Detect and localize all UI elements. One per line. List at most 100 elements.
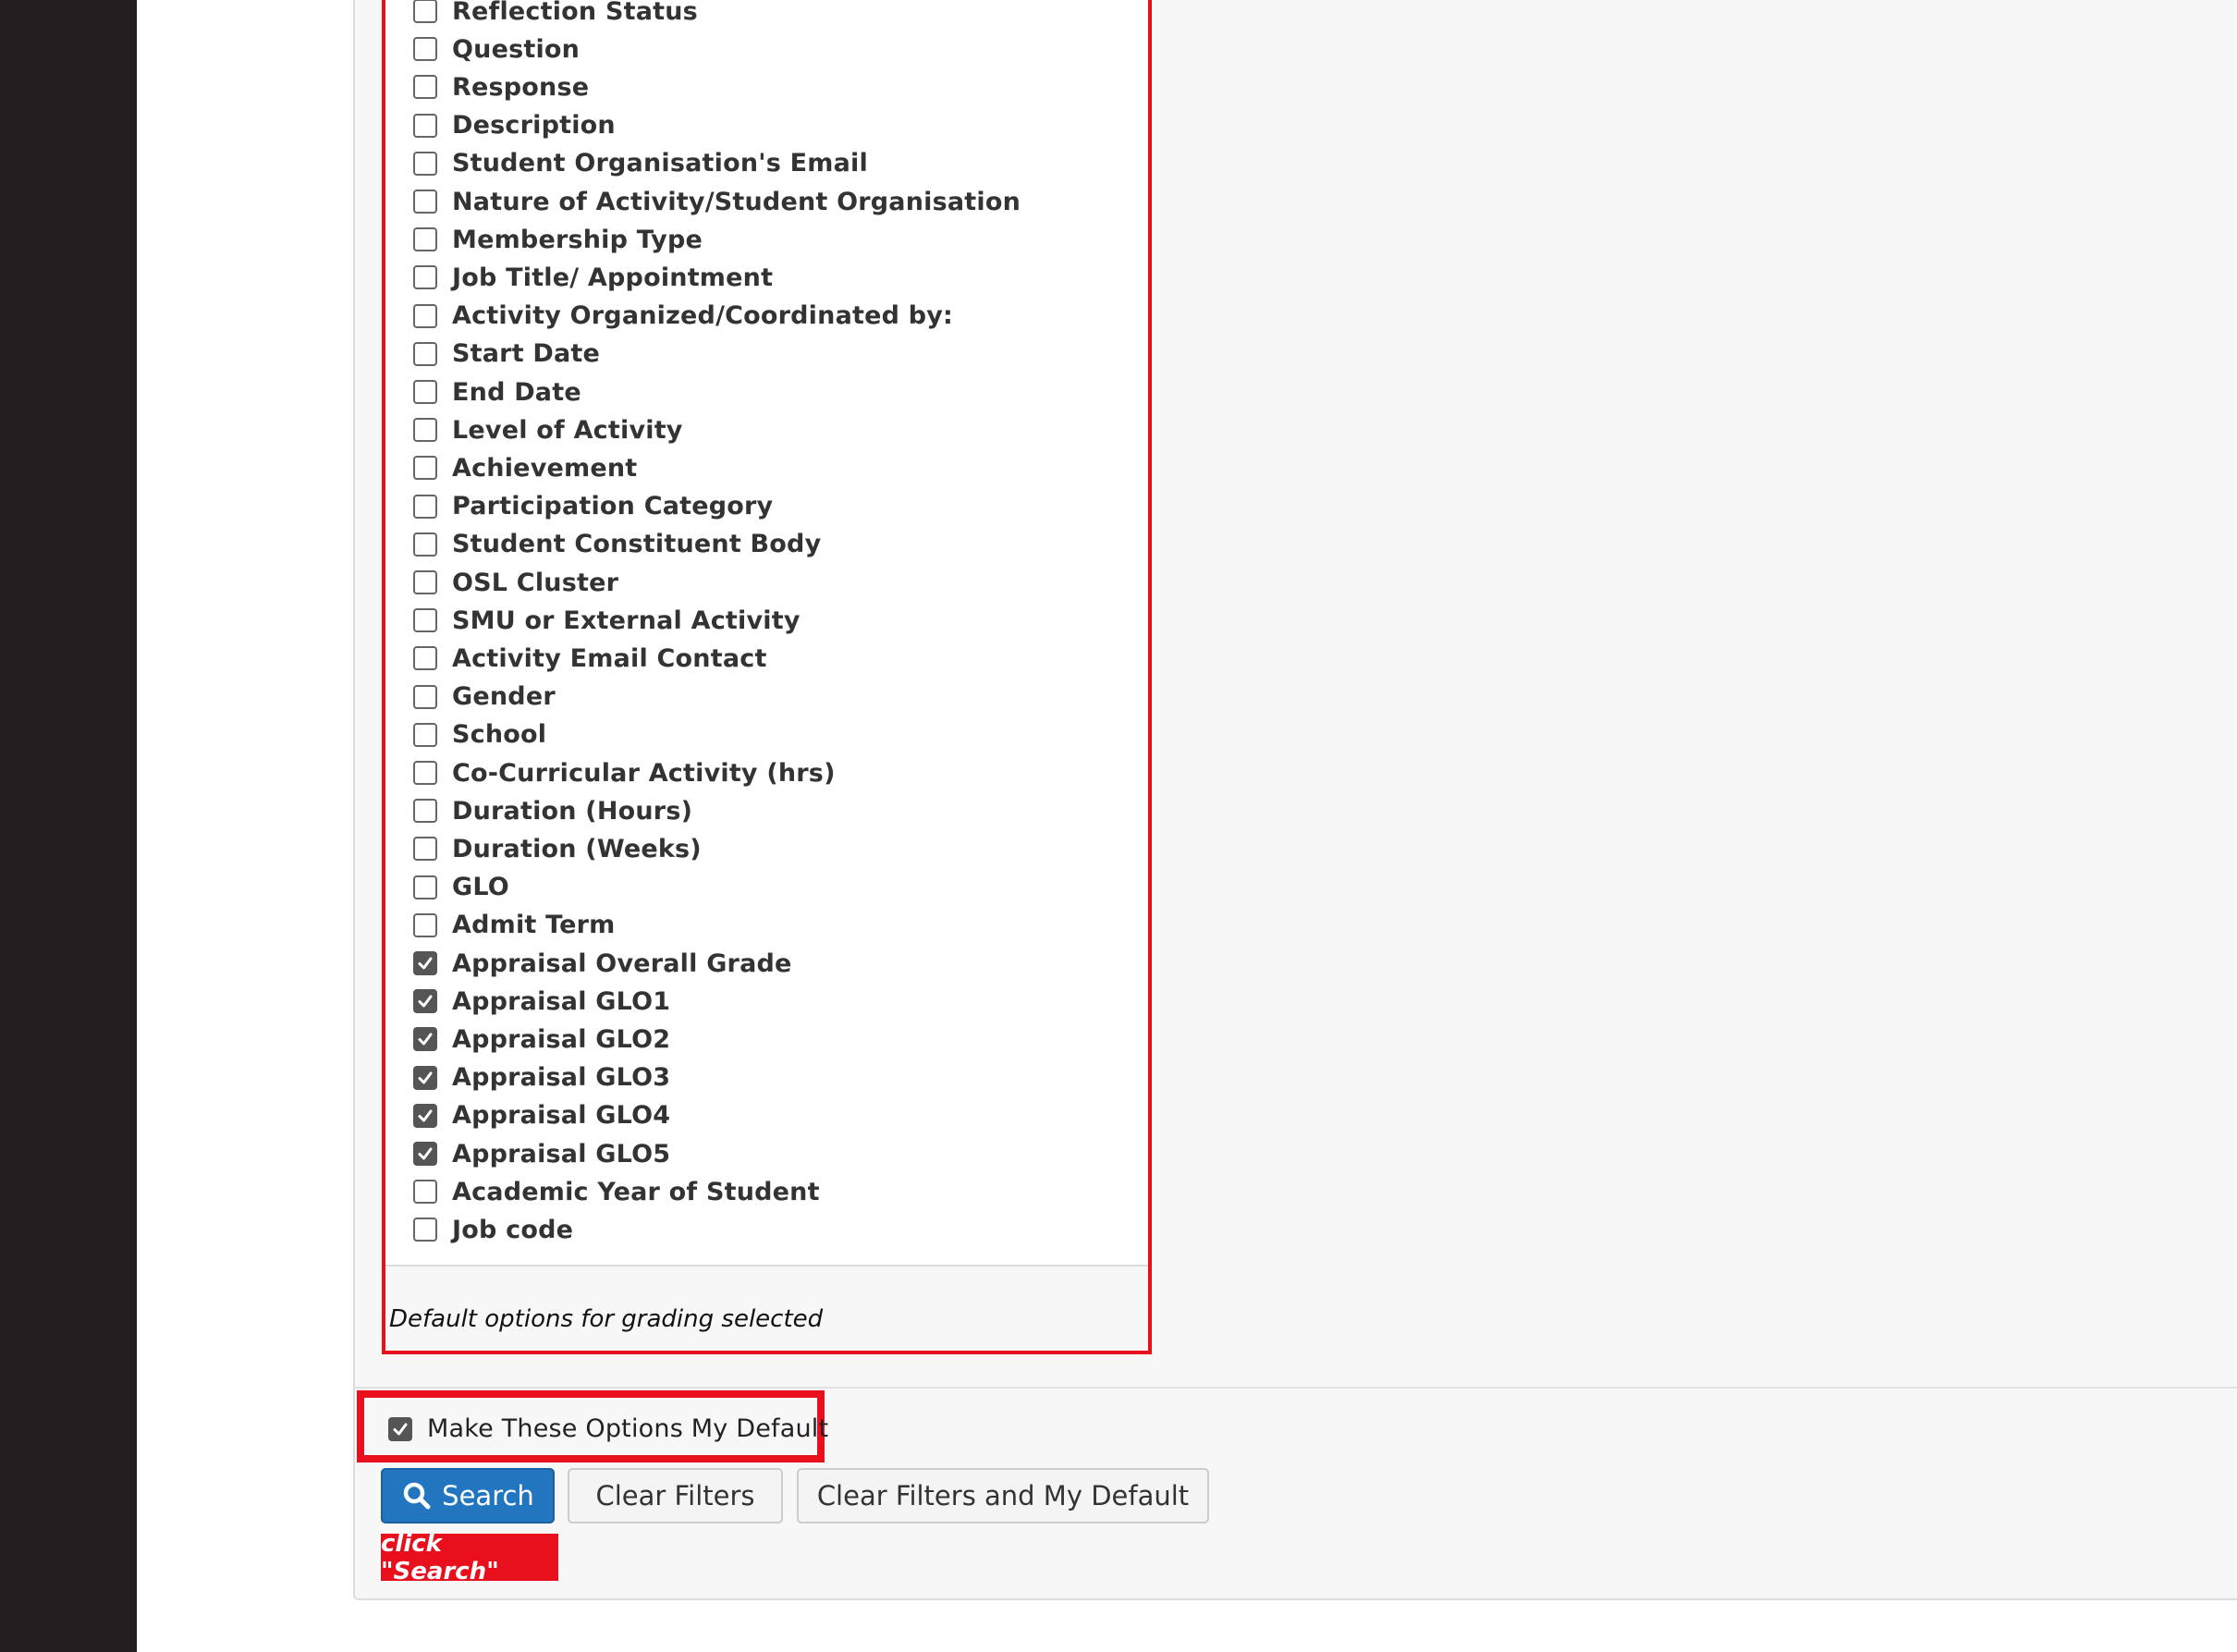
field-option[interactable]: Membership Type bbox=[413, 223, 703, 256]
search-button[interactable]: Search bbox=[381, 1468, 555, 1524]
default-options-note: Default options for grading selected bbox=[389, 1305, 824, 1333]
field-option[interactable]: SMU or External Activity bbox=[413, 604, 801, 637]
checkmark-icon bbox=[393, 1423, 408, 1435]
field-option-checkbox[interactable] bbox=[413, 303, 437, 328]
make-default-checkbox[interactable] bbox=[388, 1416, 412, 1441]
field-option[interactable]: Duration (Hours) bbox=[413, 794, 692, 827]
field-option-checkbox[interactable] bbox=[413, 989, 437, 1014]
field-option-checkbox[interactable] bbox=[413, 75, 437, 100]
field-option[interactable]: Participation Category bbox=[413, 490, 773, 523]
field-option-label: Achievement bbox=[452, 453, 638, 483]
field-option[interactable]: OSL Cluster bbox=[413, 566, 618, 599]
field-option-label: Membership Type bbox=[452, 225, 703, 254]
field-option-checkbox[interactable] bbox=[413, 113, 437, 138]
field-option-checkbox[interactable] bbox=[413, 494, 437, 519]
field-option-checkbox[interactable] bbox=[413, 532, 437, 557]
field-option-checkbox[interactable] bbox=[413, 37, 437, 62]
field-option-checkbox[interactable] bbox=[413, 646, 437, 671]
field-option[interactable]: Gender bbox=[413, 680, 556, 714]
field-option-label: Admit Term bbox=[452, 911, 616, 940]
field-option[interactable]: Start Date bbox=[413, 337, 600, 371]
field-option-checkbox[interactable] bbox=[413, 1218, 437, 1242]
checkmark-icon bbox=[418, 957, 433, 970]
field-option[interactable]: Co-Curricular Activity (hrs) bbox=[413, 756, 836, 789]
field-option-label: Job Title/ Appointment bbox=[452, 263, 774, 292]
field-option-checkbox[interactable] bbox=[413, 570, 437, 594]
field-option[interactable]: Appraisal Overall Grade bbox=[413, 947, 792, 980]
field-option-label: Description bbox=[452, 111, 616, 141]
field-option[interactable]: Academic Year of Student bbox=[413, 1175, 820, 1208]
field-option[interactable]: Question bbox=[413, 32, 580, 66]
field-option[interactable]: Admit Term bbox=[413, 909, 616, 942]
field-option-checkbox[interactable] bbox=[413, 875, 437, 899]
field-option-checkbox[interactable] bbox=[413, 1180, 437, 1205]
field-option-checkbox[interactable] bbox=[413, 418, 437, 443]
field-option-label: Start Date bbox=[452, 339, 601, 369]
field-option-checkbox[interactable] bbox=[413, 380, 437, 404]
field-option-checkbox[interactable] bbox=[413, 1065, 437, 1090]
checkmark-icon bbox=[418, 1109, 433, 1122]
field-option-label: End Date bbox=[452, 377, 581, 407]
field-option[interactable]: Nature of Activity/Student Organisation bbox=[413, 185, 1021, 218]
field-option-label: Participation Category bbox=[452, 492, 774, 521]
field-option-label: Appraisal GLO5 bbox=[452, 1139, 671, 1169]
field-option-checkbox[interactable] bbox=[413, 1142, 437, 1166]
field-option[interactable]: Student Constituent Body bbox=[413, 528, 821, 561]
field-option[interactable]: Appraisal GLO5 bbox=[413, 1137, 670, 1170]
search-button-label: Search bbox=[442, 1480, 534, 1511]
field-option-checkbox[interactable] bbox=[413, 722, 437, 747]
field-option[interactable]: Appraisal GLO2 bbox=[413, 1022, 670, 1056]
field-option[interactable]: Response bbox=[413, 70, 589, 104]
field-option-label: GLO bbox=[452, 873, 509, 902]
field-option[interactable]: Job Title/ Appointment bbox=[413, 261, 773, 294]
field-option-checkbox[interactable] bbox=[413, 608, 437, 633]
field-option-label: Reflection Status bbox=[452, 0, 698, 26]
field-option-checkbox[interactable] bbox=[413, 1103, 437, 1128]
field-option-checkbox[interactable] bbox=[413, 912, 437, 937]
field-option-checkbox[interactable] bbox=[413, 951, 437, 975]
clear-filters-button[interactable]: Clear Filters bbox=[568, 1468, 783, 1524]
field-option[interactable]: End Date bbox=[413, 375, 581, 409]
field-option[interactable]: Student Organisation's Email bbox=[413, 147, 868, 180]
field-option-checkbox[interactable] bbox=[413, 227, 437, 252]
field-option-label: SMU or External Activity bbox=[452, 606, 801, 635]
field-option[interactable]: Reflection Status bbox=[413, 0, 698, 28]
field-option-checkbox[interactable] bbox=[413, 0, 437, 23]
field-option-checkbox[interactable] bbox=[413, 799, 437, 824]
field-option-checkbox[interactable] bbox=[413, 151, 437, 176]
clear-filters-default-label: Clear Filters and My Default bbox=[816, 1480, 1190, 1511]
field-option-label: Activity Email Contact bbox=[452, 643, 767, 673]
make-default-option[interactable]: Make These Options My Default bbox=[388, 1414, 828, 1443]
make-default-label: Make These Options My Default bbox=[427, 1414, 829, 1443]
field-option-checkbox[interactable] bbox=[413, 837, 437, 862]
field-option[interactable]: Appraisal GLO4 bbox=[413, 1099, 670, 1132]
field-option-checkbox[interactable] bbox=[413, 761, 437, 785]
field-options-box: Reflection Status Question Response Descrip… bbox=[382, 0, 1152, 1354]
field-option-checkbox[interactable] bbox=[413, 341, 437, 366]
field-option-checkbox[interactable] bbox=[413, 265, 437, 290]
field-option-checkbox[interactable] bbox=[413, 190, 437, 214]
field-option-label: School bbox=[452, 720, 547, 750]
field-option-label: Job code bbox=[452, 1215, 574, 1244]
field-option[interactable]: Duration (Weeks) bbox=[413, 832, 702, 865]
field-option[interactable]: GLO bbox=[413, 871, 509, 904]
field-option[interactable]: Job code bbox=[413, 1213, 573, 1246]
field-option[interactable]: Activity Organized/Coordinated by: bbox=[413, 300, 953, 333]
field-option[interactable]: Level of Activity bbox=[413, 413, 683, 447]
field-options-footer: Default options for grading selected bbox=[385, 1265, 1148, 1351]
field-option-label: Appraisal GLO3 bbox=[452, 1063, 671, 1093]
field-option-label: Activity Organized/Coordinated by: bbox=[452, 301, 954, 331]
clear-filters-default-button[interactable]: Clear Filters and My Default bbox=[797, 1468, 1209, 1524]
field-option[interactable]: Appraisal GLO1 bbox=[413, 985, 670, 1018]
field-option[interactable]: Appraisal GLO3 bbox=[413, 1061, 670, 1095]
checkmark-icon bbox=[418, 995, 433, 1008]
checkmark-icon bbox=[418, 1071, 433, 1084]
field-option-checkbox[interactable] bbox=[413, 456, 437, 481]
field-option-checkbox[interactable] bbox=[413, 684, 437, 709]
field-option[interactable]: Description bbox=[413, 109, 616, 142]
field-option[interactable]: Activity Email Contact bbox=[413, 642, 767, 675]
field-option-checkbox[interactable] bbox=[413, 1027, 437, 1052]
field-option-label: Academic Year of Student bbox=[452, 1177, 820, 1206]
field-option[interactable]: School bbox=[413, 718, 546, 752]
field-option[interactable]: Achievement bbox=[413, 451, 637, 484]
